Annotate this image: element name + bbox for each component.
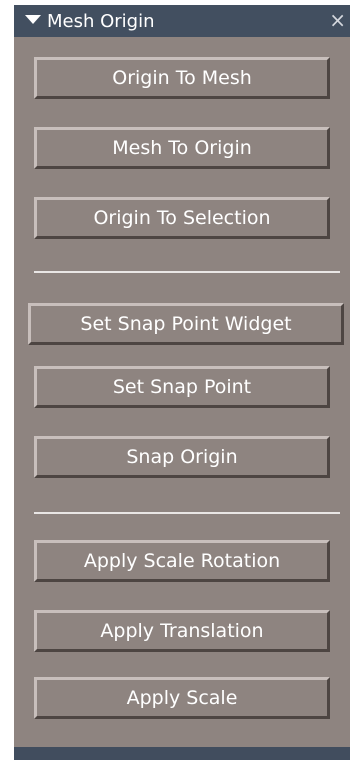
- apply-scale-rotation-button[interactable]: Apply Scale Rotation: [34, 540, 330, 582]
- panel-title: Mesh Origin: [47, 11, 155, 32]
- mesh-origin-panel: Mesh Origin × Origin To Mesh Mesh To Ori…: [14, 5, 350, 760]
- apply-scale-button[interactable]: Apply Scale: [34, 677, 330, 719]
- panel-bottom-bar: [14, 747, 350, 760]
- set-snap-point-widget-button[interactable]: Set Snap Point Widget: [28, 303, 344, 345]
- apply-translation-button[interactable]: Apply Translation: [34, 610, 330, 652]
- collapse-triangle-icon[interactable]: [25, 15, 41, 24]
- set-snap-point-button[interactable]: Set Snap Point: [34, 366, 330, 408]
- origin-to-selection-button[interactable]: Origin To Selection: [34, 197, 330, 239]
- group-divider: [34, 512, 340, 514]
- panel-titlebar[interactable]: Mesh Origin ×: [14, 5, 350, 37]
- snap-origin-button[interactable]: Snap Origin: [34, 436, 330, 478]
- mesh-to-origin-button[interactable]: Mesh To Origin: [34, 127, 330, 169]
- origin-to-mesh-button[interactable]: Origin To Mesh: [34, 57, 330, 99]
- close-icon[interactable]: ×: [329, 8, 346, 32]
- group-divider: [34, 271, 340, 273]
